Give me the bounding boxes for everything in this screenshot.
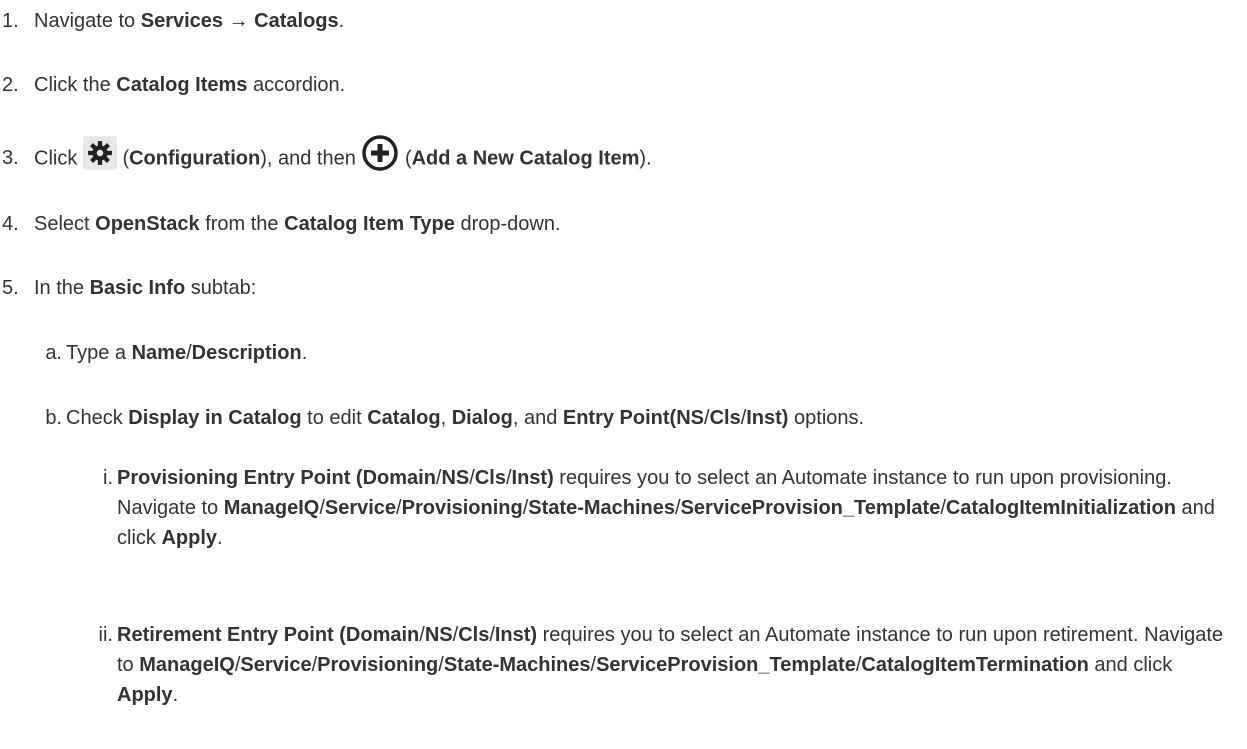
substep-a: a. Type a Name/Description.	[45, 342, 308, 364]
step-3: 3. Click (Configuration), and then (Add …	[0, 135, 1240, 178]
document: 1. Navigate to Services → Catalogs. 2. Cli…	[0, 0, 1247, 749]
substep-i: i. Provisioning Entry Point (Domain/NS/Cl…	[103, 467, 1215, 549]
step-1: 1. Navigate to Services → Catalogs.	[2, 10, 345, 32]
add-circle-icon	[361, 134, 399, 172]
substep-b: b. Check Display in Catalog to edit Catal…	[45, 407, 865, 429]
gear-icon	[82, 136, 117, 170]
substep-ii: ii. Retirement Entry Point (Domain/NS/Cls…	[98, 624, 1224, 706]
step-5: 5. In the Basic Info subtab:	[2, 277, 257, 299]
step-4: 4. Select OpenStack from the Catalog Item…	[2, 213, 561, 235]
step-2: 2. Click the Catalog Items accordion.	[2, 74, 346, 96]
